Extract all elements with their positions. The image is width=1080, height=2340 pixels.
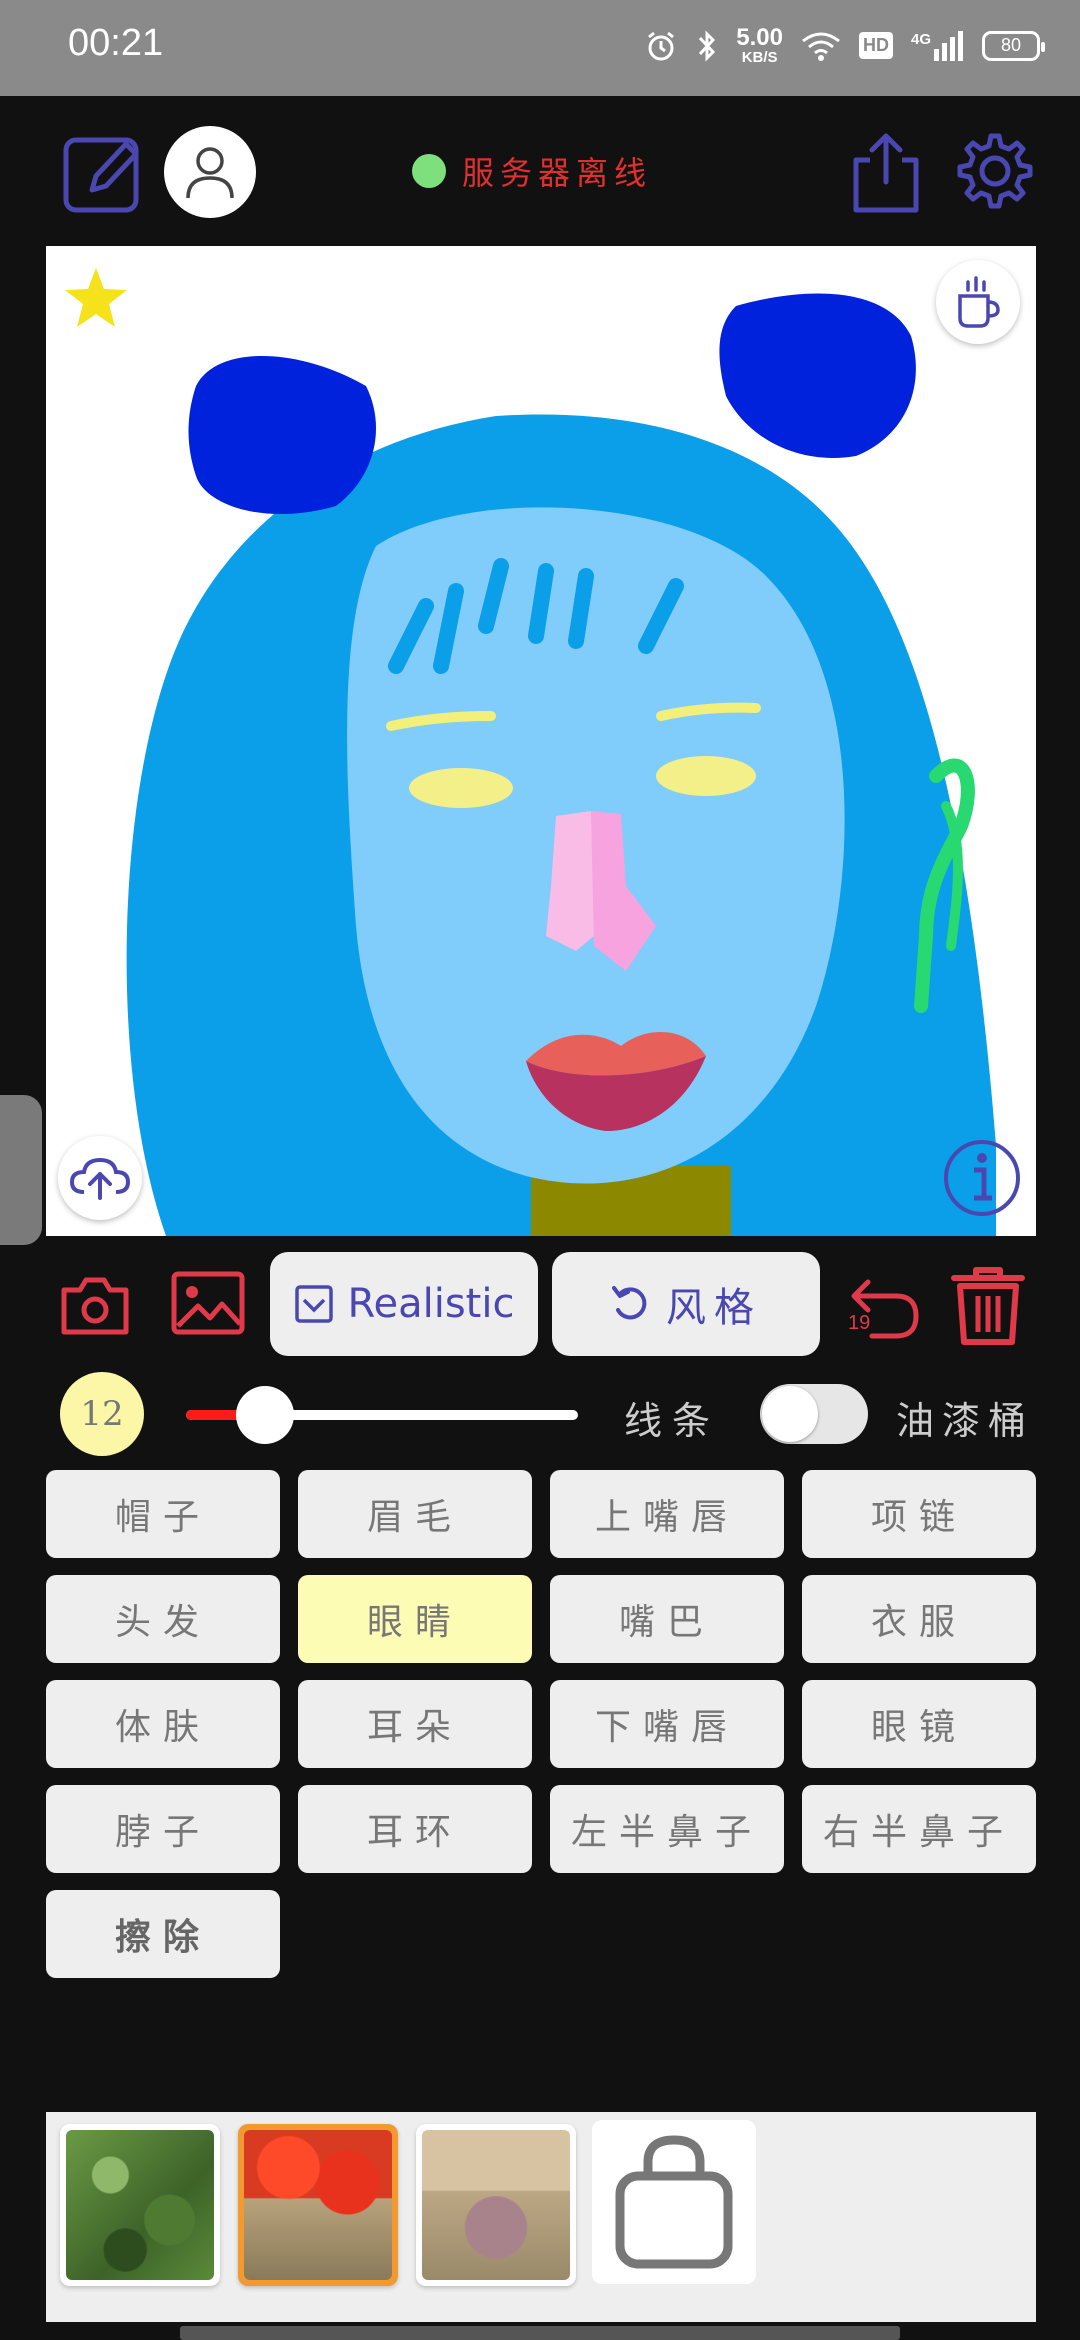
- part-button[interactable]: 衣服: [802, 1575, 1036, 1663]
- part-button[interactable]: 眼镜: [802, 1680, 1036, 1768]
- cloud-upload-icon: [69, 1157, 131, 1200]
- part-button[interactable]: 头发: [46, 1575, 280, 1663]
- line-mode-label: 线条: [624, 1399, 721, 1443]
- coffee-button[interactable]: [936, 260, 1020, 344]
- style-thumb-1[interactable]: [60, 2124, 220, 2286]
- part-button[interactable]: 左半鼻子: [550, 1785, 784, 1873]
- realistic-button[interactable]: Realistic: [270, 1252, 538, 1356]
- brush-size-slider[interactable]: [186, 1386, 578, 1444]
- part-button[interactable]: 擦除: [46, 1890, 280, 1978]
- signal-bars-icon: [934, 30, 963, 61]
- checkbox-icon: [294, 1285, 333, 1323]
- trash-icon[interactable]: [950, 1264, 1026, 1346]
- part-button[interactable]: 耳环: [298, 1785, 532, 1873]
- part-button[interactable]: 脖子: [46, 1785, 280, 1873]
- shop-button[interactable]: [592, 2120, 756, 2284]
- hd-badge: HD: [858, 32, 893, 59]
- part-button[interactable]: 上嘴唇: [550, 1470, 784, 1558]
- gallery-icon[interactable]: [170, 1270, 246, 1336]
- tool-row: Realistic 风格 19: [0, 1250, 1080, 1360]
- battery-indicator: 80: [982, 30, 1045, 61]
- toggle-knob: [762, 1386, 818, 1442]
- sketch-drawing: [126, 293, 997, 1236]
- part-button[interactable]: 体肤: [46, 1680, 280, 1768]
- drawing-canvas[interactable]: [46, 246, 1036, 1236]
- camera-icon[interactable]: [60, 1274, 130, 1336]
- rotate-icon: [612, 1286, 647, 1320]
- network-speed: 5.00 KB/S: [736, 24, 783, 66]
- coffee-icon: [958, 276, 1000, 328]
- star-icon[interactable]: [62, 264, 130, 332]
- gear-icon[interactable]: [952, 128, 1038, 214]
- wifi-icon: [802, 32, 840, 61]
- battery-level: 80: [1000, 35, 1022, 55]
- user-icon: [186, 147, 234, 199]
- gesture-bar: [180, 2326, 900, 2340]
- part-button[interactable]: 耳朵: [298, 1680, 532, 1768]
- alarm-icon: [648, 31, 675, 60]
- thumb-image: [244, 2130, 392, 2280]
- part-button[interactable]: 右半鼻子: [802, 1785, 1036, 1873]
- undo-count: 19: [848, 1312, 871, 1334]
- part-button[interactable]: 项链: [802, 1470, 1036, 1558]
- status-dot: [412, 154, 446, 188]
- network-type: 4G: [910, 30, 931, 48]
- part-button[interactable]: 帽子: [46, 1470, 280, 1558]
- slider-thumb[interactable]: [236, 1386, 294, 1444]
- thumb-image: [422, 2130, 570, 2280]
- avatar-button[interactable]: [164, 126, 256, 218]
- brush-controls: 12 线条 油漆桶: [0, 1372, 1080, 1456]
- part-button[interactable]: 嘴巴: [550, 1575, 784, 1663]
- upload-button[interactable]: [58, 1136, 142, 1220]
- style-thumbnail-bar: [46, 2112, 1036, 2322]
- paint-bucket-toggle[interactable]: [760, 1384, 868, 1444]
- thumb-image: [66, 2130, 214, 2280]
- part-button[interactable]: 眼睛: [298, 1575, 532, 1663]
- style-button[interactable]: 风格: [552, 1252, 820, 1356]
- style-thumb-3[interactable]: [416, 2124, 576, 2286]
- server-status-text: 服务器离线: [462, 154, 653, 192]
- info-icon[interactable]: [940, 1136, 1024, 1220]
- part-button[interactable]: 眉毛: [298, 1470, 532, 1558]
- top-bar: 服务器离线: [0, 96, 1080, 246]
- speed-value: 5.00: [736, 24, 783, 51]
- style-label: 风格: [666, 1285, 762, 1331]
- status-time: 00:21: [68, 22, 164, 64]
- app-screen: 00:21 5.00 KB/S HD 4G 80 服务器离线 Realistic…: [0, 0, 1080, 2340]
- style-thumb-2[interactable]: [238, 2124, 398, 2286]
- share-icon[interactable]: [848, 130, 924, 214]
- server-status: 服务器离线: [412, 148, 652, 194]
- status-bar: 00:21 5.00 KB/S HD 4G 80: [0, 0, 1080, 96]
- edit-icon[interactable]: [62, 130, 146, 214]
- brush-size-badge: 12: [60, 1372, 144, 1456]
- side-drawer-handle[interactable]: [0, 1095, 42, 1245]
- cell-signal: 4G: [910, 30, 964, 61]
- speed-unit: KB/S: [741, 49, 778, 66]
- bluetooth-icon: [699, 29, 716, 62]
- shopping-bag-icon: [615, 2135, 733, 2269]
- realistic-label: Realistic: [347, 1281, 515, 1327]
- paint-bucket-label: 油漆桶: [896, 1399, 1035, 1443]
- part-button[interactable]: 下嘴唇: [550, 1680, 784, 1768]
- status-icons: 5.00 KB/S HD 4G 80: [644, 24, 1045, 66]
